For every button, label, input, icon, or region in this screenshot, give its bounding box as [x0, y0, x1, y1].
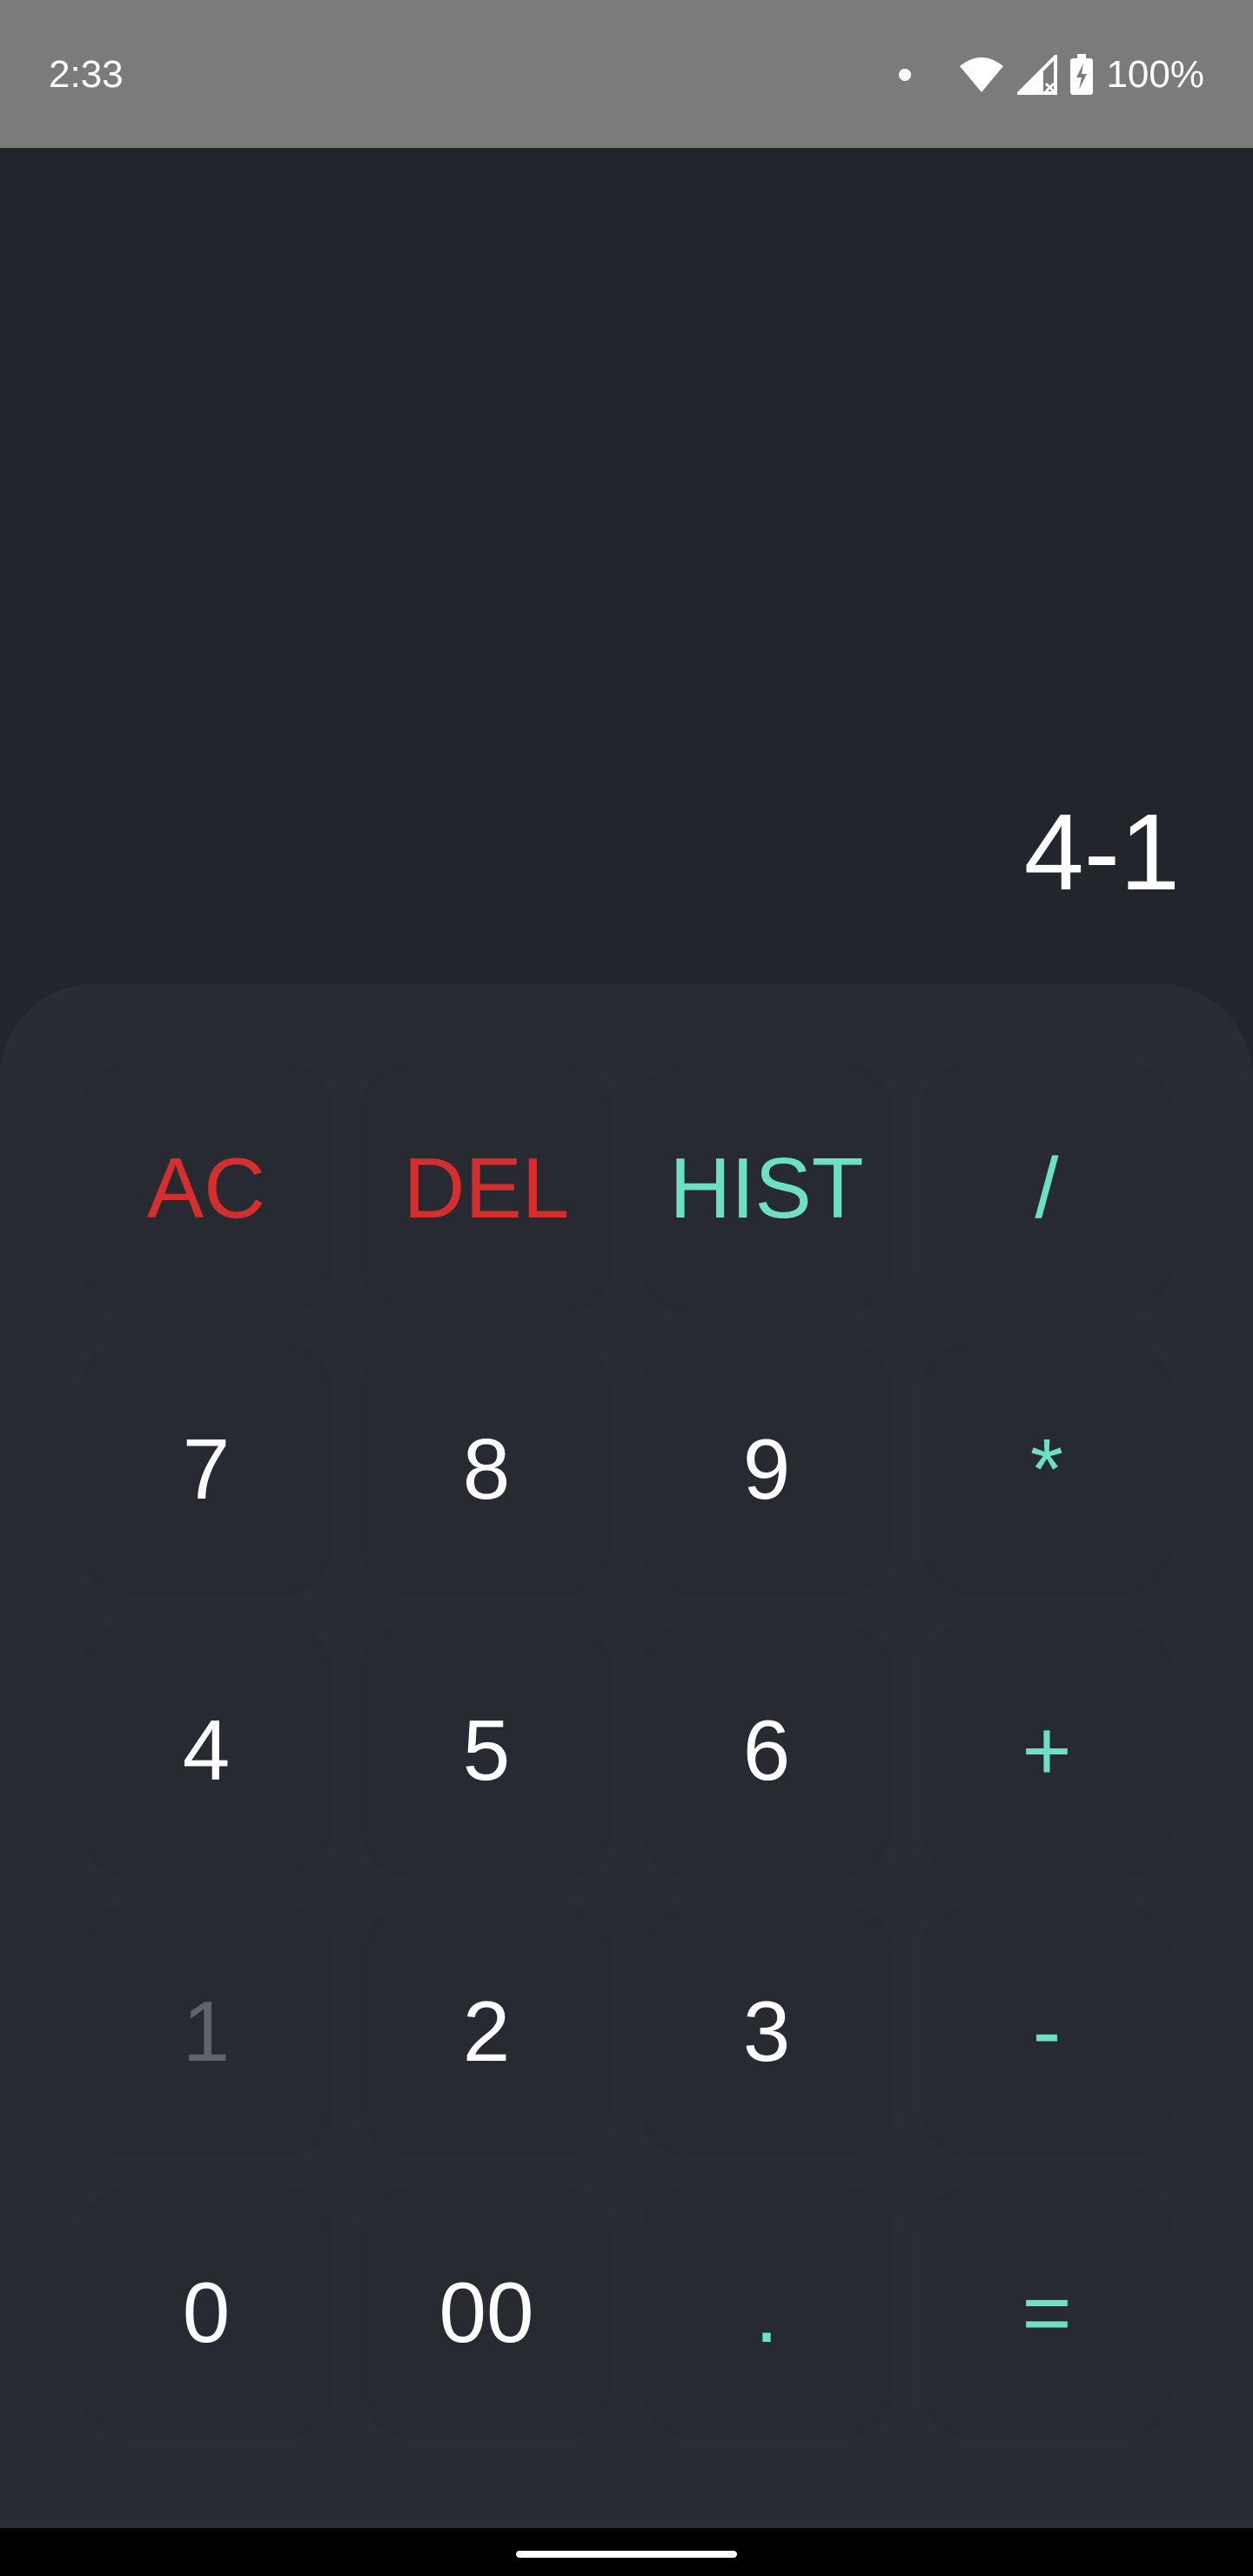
digit-1-button[interactable]: 1: [80, 1905, 332, 2157]
wifi-icon: [958, 56, 1005, 94]
multiply-button[interactable]: *: [921, 1343, 1173, 1595]
home-gesture-handle[interactable]: [516, 2551, 737, 2558]
digit-8-button[interactable]: 8: [360, 1343, 613, 1595]
add-button[interactable]: +: [921, 1624, 1173, 1876]
keypad: AC DEL HIST / 7 8 9 * 4 5 6 + 1 2 3 - 0 …: [0, 983, 1253, 2528]
decimal-point-button[interactable]: .: [640, 2186, 893, 2438]
history-button[interactable]: HIST: [640, 1062, 893, 1314]
delete-button[interactable]: DEL: [360, 1062, 613, 1314]
digit-6-button[interactable]: 6: [640, 1624, 893, 1876]
digit-4-button[interactable]: 4: [80, 1624, 332, 1876]
status-icons: 100%: [897, 45, 1204, 104]
digit-9-button[interactable]: 9: [640, 1343, 893, 1595]
status-bar: 2:33 100%: [0, 0, 1253, 148]
battery-percentage: 100%: [1106, 53, 1204, 96]
digit-5-button[interactable]: 5: [360, 1624, 613, 1876]
equals-button[interactable]: =: [921, 2186, 1173, 2438]
double-zero-button[interactable]: 00: [360, 2186, 613, 2438]
cell-signal-icon: [1017, 55, 1058, 95]
notification-dot-icon: [897, 67, 913, 83]
calculator-display: 4-1: [0, 148, 1253, 983]
digit-3-button[interactable]: 3: [640, 1905, 893, 2157]
status-time: 2:33: [49, 53, 124, 96]
digit-2-button[interactable]: 2: [360, 1905, 613, 2157]
digit-0-button[interactable]: 0: [80, 2186, 332, 2438]
battery-charging-icon: [1069, 54, 1094, 96]
all-clear-button[interactable]: AC: [80, 1062, 332, 1314]
digit-7-button[interactable]: 7: [80, 1343, 332, 1595]
navigation-bar: [0, 2528, 1253, 2576]
divide-button[interactable]: /: [921, 1062, 1173, 1314]
subtract-button[interactable]: -: [921, 1905, 1173, 2157]
expression-text: 4-1: [1023, 793, 1180, 913]
